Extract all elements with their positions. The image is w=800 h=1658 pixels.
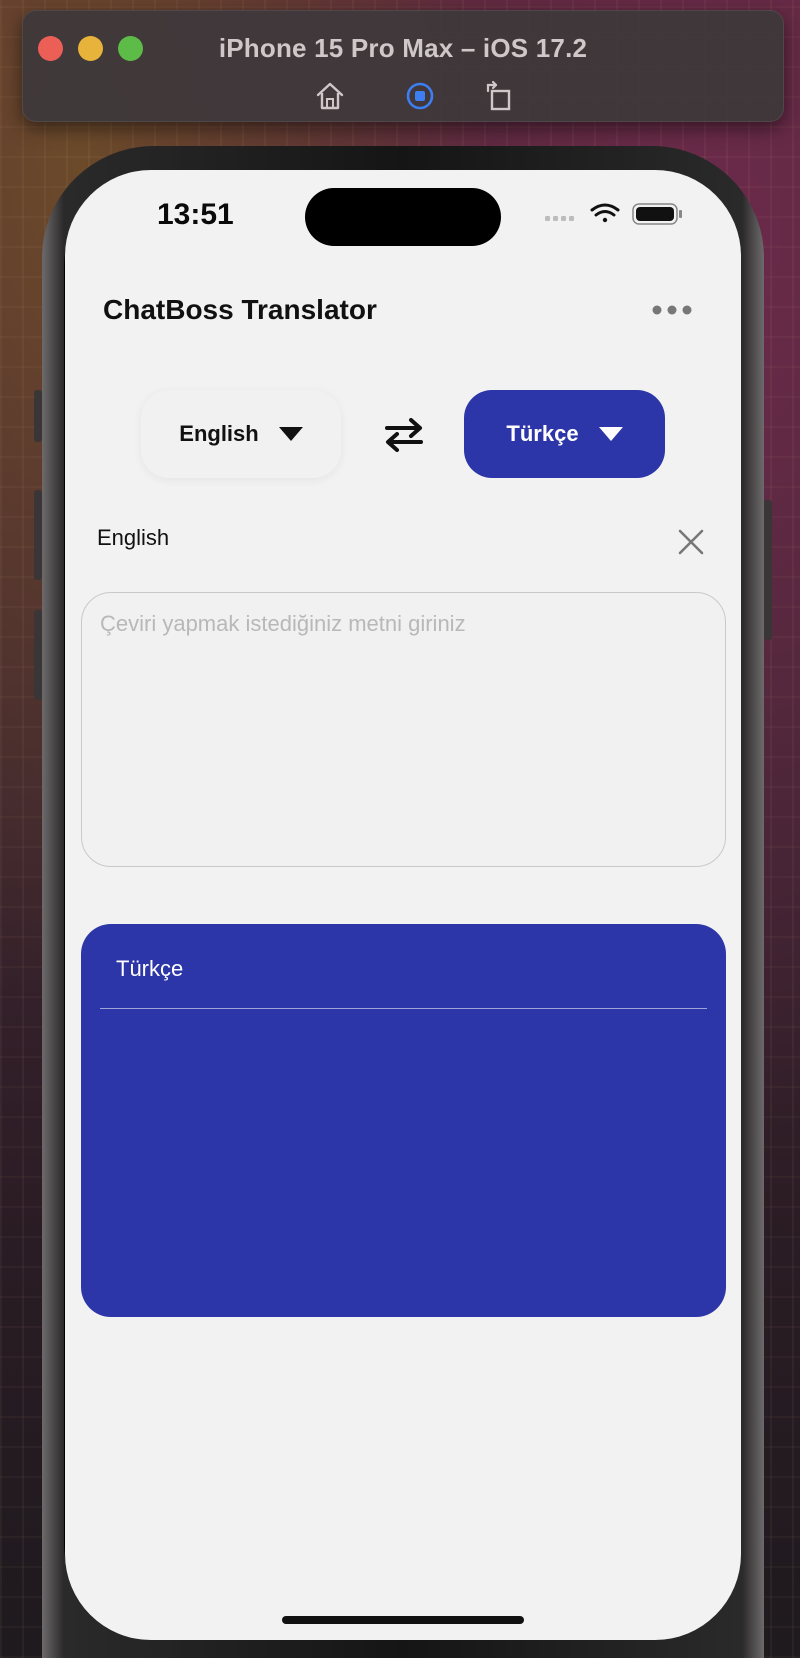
- screenshot-icon[interactable]: [403, 79, 437, 113]
- input-language-label: English: [97, 525, 170, 550]
- action-button: [34, 390, 42, 442]
- simulator-toolbar: iPhone 15 Pro Max – iOS 17.2: [22, 10, 784, 122]
- output-language-label: Türkçe: [116, 956, 184, 981]
- status-icons: [545, 203, 682, 225]
- target-language-dropdown[interactable]: Türkçe: [464, 390, 665, 478]
- chevron-down-icon: [598, 427, 623, 441]
- dynamic-island: [305, 188, 501, 246]
- battery-icon: [632, 203, 682, 225]
- wifi-icon: [590, 203, 620, 223]
- simulator-title: iPhone 15 Pro Max – iOS 17.2: [218, 33, 588, 63]
- home-indicator[interactable]: [282, 1616, 524, 1624]
- target-language-label: Türkçe: [506, 421, 579, 446]
- home-icon[interactable]: [313, 79, 347, 113]
- translation-output-card: Türkçe: [81, 924, 726, 1317]
- source-text-container: [81, 592, 726, 867]
- power-button: [764, 500, 772, 640]
- rotate-icon[interactable]: [483, 79, 517, 113]
- volume-up-button: [34, 490, 42, 580]
- swap-arrows-icon[interactable]: [383, 416, 425, 452]
- source-language-dropdown[interactable]: English: [141, 390, 341, 478]
- app-title: ChatBoss Translator: [103, 294, 377, 325]
- app-screen: 13:51 ChatBoss Translator English Türkçe…: [65, 170, 741, 1640]
- more-horizontal-icon[interactable]: [650, 300, 694, 320]
- status-time: 13:51: [157, 198, 234, 231]
- volume-down-button: [34, 610, 42, 700]
- signal-icon: [545, 216, 574, 221]
- chevron-down-icon: [278, 427, 303, 441]
- close-icon[interactable]: [677, 528, 705, 556]
- source-language-label: English: [179, 421, 259, 446]
- output-divider: [100, 1008, 707, 1009]
- source-text-input[interactable]: [82, 593, 725, 866]
